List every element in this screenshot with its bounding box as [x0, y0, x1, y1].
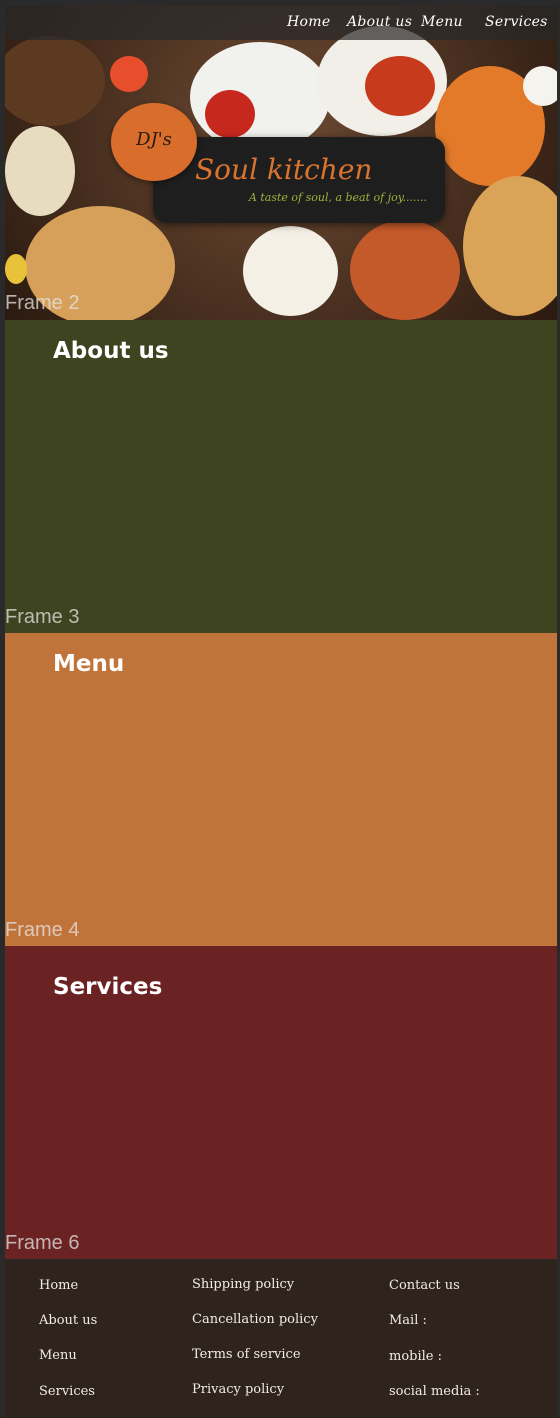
- brand-tagline: A taste of soul, a beat of joy.......: [248, 191, 427, 204]
- food-dish-image: [110, 56, 148, 92]
- nav-services-link[interactable]: Services: [485, 14, 548, 30]
- food-dish-image: [365, 56, 435, 116]
- footer-link-shipping-policy[interactable]: Shipping policy: [192, 1277, 294, 1292]
- frame-label: Frame 6: [5, 1232, 80, 1254]
- footer-link-terms-of-service[interactable]: Terms of service: [192, 1347, 301, 1362]
- footer-link-privacy-policy[interactable]: Privacy policy: [192, 1382, 284, 1397]
- menu-section: Menu Frame 4: [5, 633, 557, 946]
- brand-title: Soul kitchen: [195, 153, 373, 186]
- footer-link-home[interactable]: Home: [39, 1278, 78, 1293]
- logo-badge[interactable]: DJ's: [111, 103, 197, 181]
- footer-link-about[interactable]: About us: [39, 1313, 97, 1328]
- frame-label: Frame 4: [5, 919, 80, 941]
- food-dish-image: [5, 126, 75, 216]
- footer-mobile-label: mobile :: [389, 1349, 442, 1364]
- frame-label: Frame 2: [5, 292, 80, 314]
- food-dish-image: [243, 226, 338, 316]
- food-dish-image: [523, 66, 557, 106]
- hero-banner: Home About us Menu Services Soul kitchen…: [5, 6, 557, 320]
- services-section: Services Frame 6: [5, 946, 557, 1259]
- nav-home-link[interactable]: Home: [287, 14, 330, 30]
- food-dish-image: [463, 176, 557, 316]
- frame-label: Frame 3: [5, 606, 80, 628]
- navbar: Home About us Menu Services: [5, 6, 557, 40]
- food-dish-image: [350, 220, 460, 320]
- about-section-title: About us: [53, 338, 169, 364]
- footer-mail-label: Mail :: [389, 1313, 427, 1328]
- footer-social-label: social media :: [389, 1384, 480, 1399]
- footer-link-services[interactable]: Services: [39, 1384, 95, 1399]
- services-section-title: Services: [53, 974, 163, 1000]
- nav-about-link[interactable]: About us: [347, 14, 412, 30]
- menu-section-title: Menu: [53, 651, 125, 677]
- food-dish-image: [5, 36, 105, 126]
- about-section: About us Frame 3: [5, 320, 557, 633]
- food-dish-image: [205, 90, 255, 138]
- footer-link-cancellation-policy[interactable]: Cancellation policy: [192, 1312, 318, 1327]
- footer: Home About us Menu Services Shipping pol…: [5, 1260, 557, 1418]
- footer-link-menu[interactable]: Menu: [39, 1348, 77, 1363]
- logo-text: DJ's: [136, 129, 172, 150]
- food-dish-image: [5, 254, 27, 284]
- nav-menu-link[interactable]: Menu: [421, 14, 463, 30]
- page-canvas: Home About us Menu Services Soul kitchen…: [5, 6, 557, 1418]
- footer-contact-heading: Contact us: [389, 1278, 460, 1293]
